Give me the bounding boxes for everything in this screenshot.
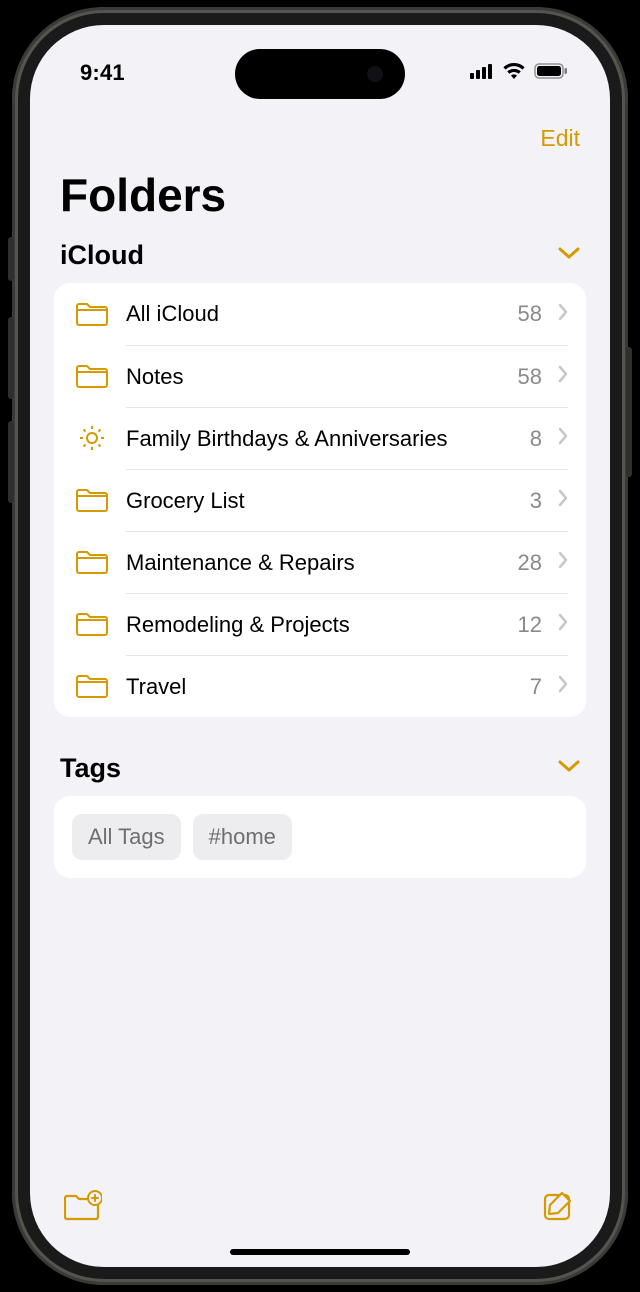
volume-down-button: [8, 421, 14, 503]
nav-bar: Edit: [30, 105, 610, 162]
home-indicator[interactable]: [230, 1249, 410, 1255]
folder-icon: [72, 611, 112, 637]
chevron-right-icon: [558, 427, 568, 450]
chevron-right-icon: [558, 489, 568, 512]
gear-icon: [72, 423, 112, 453]
new-folder-button[interactable]: [64, 1190, 102, 1227]
page-title: Folders: [30, 162, 610, 240]
folder-count: 7: [530, 674, 542, 700]
folder-icon: [72, 673, 112, 699]
section-title: iCloud: [60, 240, 144, 271]
chevron-right-icon: [558, 303, 568, 326]
tags-container: All Tags #home: [54, 796, 586, 878]
volume-up-button: [8, 317, 14, 399]
folder-row-remodeling-projects[interactable]: Remodeling & Projects 12: [54, 593, 586, 655]
folder-icon: [72, 549, 112, 575]
dynamic-island: [235, 49, 405, 99]
folder-name: Notes: [126, 364, 506, 390]
chevron-right-icon: [558, 613, 568, 636]
folder-name: All iCloud: [126, 301, 506, 327]
new-note-button[interactable]: [542, 1189, 576, 1228]
folder-row-family-birthdays[interactable]: Family Birthdays & Anniversaries 8: [54, 407, 586, 469]
folder-name: Remodeling & Projects: [126, 612, 506, 638]
edit-button[interactable]: Edit: [540, 125, 580, 152]
folder-icon: [72, 487, 112, 513]
tags-section: Tags All Tags #home: [30, 753, 610, 878]
folder-count: 3: [530, 488, 542, 514]
chevron-right-icon: [558, 551, 568, 574]
folder-row-all-icloud[interactable]: All iCloud 58: [54, 283, 586, 345]
folder-icon: [72, 301, 112, 327]
power-button: [626, 347, 632, 477]
chevron-right-icon: [558, 675, 568, 698]
wifi-icon: [502, 62, 526, 85]
chevron-down-icon: [558, 759, 580, 778]
tag-all-tags[interactable]: All Tags: [72, 814, 181, 860]
battery-icon: [534, 63, 568, 84]
folder-count: 58: [518, 301, 542, 327]
status-time: 9:41: [80, 60, 125, 86]
side-button: [8, 237, 14, 281]
folder-list-icloud: All iCloud 58 Notes 58: [54, 283, 586, 717]
folder-count: 58: [518, 364, 542, 390]
status-icons: [470, 62, 568, 85]
folder-count: 12: [518, 612, 542, 638]
section-header-tags[interactable]: Tags: [30, 753, 610, 796]
screen: 9:41 Edit Folders iCloud: [30, 25, 610, 1267]
folder-icon: [72, 363, 112, 389]
folder-count: 28: [518, 550, 542, 576]
folder-name: Maintenance & Repairs: [126, 550, 506, 576]
folder-count: 8: [530, 426, 542, 452]
section-title: Tags: [60, 753, 121, 784]
chevron-right-icon: [558, 365, 568, 388]
folder-name: Grocery List: [126, 488, 518, 514]
folder-row-grocery-list[interactable]: Grocery List 3: [54, 469, 586, 531]
folder-row-notes[interactable]: Notes 58: [54, 345, 586, 407]
section-header-icloud[interactable]: iCloud: [30, 240, 610, 283]
tag-home[interactable]: #home: [193, 814, 292, 860]
folder-name: Travel: [126, 674, 518, 700]
phone-frame: 9:41 Edit Folders iCloud: [12, 7, 628, 1285]
chevron-down-icon: [558, 246, 580, 265]
folder-row-travel[interactable]: Travel 7: [54, 655, 586, 717]
cellular-icon: [470, 63, 494, 84]
folder-name: Family Birthdays & Anniversaries: [126, 426, 518, 452]
folder-row-maintenance-repairs[interactable]: Maintenance & Repairs 28: [54, 531, 586, 593]
